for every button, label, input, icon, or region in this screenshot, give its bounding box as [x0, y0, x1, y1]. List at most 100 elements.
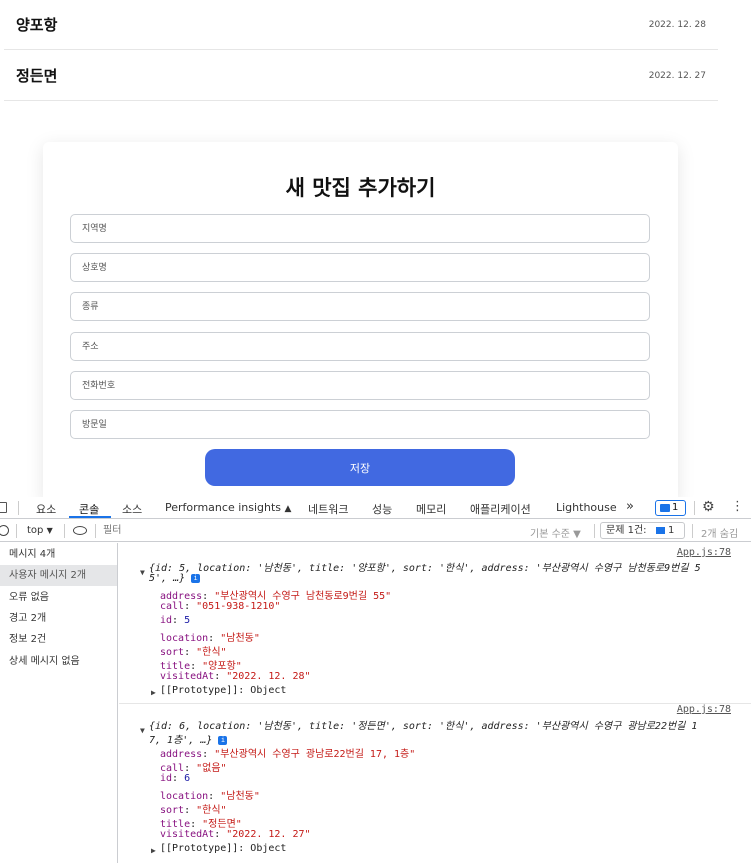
- prop-key: id: [160, 773, 173, 784]
- visit-date-field[interactable]: [70, 410, 650, 439]
- hidden-count: 2개 숨김: [701, 529, 739, 540]
- kebab-menu-icon[interactable]: ⋮: [731, 499, 744, 514]
- tab-performance[interactable]: 성능: [372, 501, 392, 517]
- eye-icon[interactable]: [73, 526, 87, 535]
- issues-badge[interactable]: 1: [655, 500, 686, 516]
- tab-label: Performance insights: [165, 501, 282, 514]
- console-log-entry: App.js:78 ▼ {id: 5, location: '남천동', tit…: [119, 543, 751, 703]
- prop-row: call: "051-938-1210": [160, 601, 281, 612]
- sidebar-item-warnings[interactable]: 경고 2개: [0, 608, 117, 629]
- chevron-down-icon: ▼: [46, 526, 53, 535]
- prop-key: id: [160, 615, 173, 626]
- source-link[interactable]: App.js:78: [677, 704, 731, 715]
- form-title: 새 맛집 추가하기: [285, 176, 436, 200]
- divider: [18, 501, 19, 515]
- prop-row: visitedAt: "2022. 12. 28": [160, 671, 311, 682]
- active-tab-indicator: [69, 516, 111, 518]
- prop-row: id: 6: [160, 773, 191, 784]
- divider: [95, 524, 96, 538]
- restaurant-name: 양포항: [16, 16, 58, 34]
- address-field[interactable]: [70, 332, 650, 361]
- prop-key: visitedAt: [160, 671, 215, 682]
- prop-row: sort: "한식": [160, 647, 227, 658]
- context-selector[interactable]: top ▼: [27, 525, 53, 536]
- sidebar-item-errors[interactable]: 오류 없음: [0, 587, 117, 608]
- gear-icon[interactable]: ⚙: [702, 499, 715, 515]
- prototype-row[interactable]: [[Prototype]]: Object: [160, 685, 286, 696]
- prop-value: 6: [184, 773, 191, 784]
- console-sidebar: 메시지 4개 사용자 메시지 2개 오류 없음 경고 2개 정보 2건 상세 메…: [0, 543, 118, 863]
- prop-row: title: "양포항": [160, 661, 242, 672]
- divider: [64, 524, 65, 538]
- expand-triangle-icon[interactable]: ▼: [140, 568, 145, 577]
- log-summary-cont: 5', …} i: [149, 573, 201, 584]
- issues-count: 1: [668, 525, 675, 536]
- list-item[interactable]: 양포항 2022. 12. 28: [4, 0, 718, 50]
- divider: [694, 501, 695, 515]
- divider: [692, 524, 693, 538]
- sidebar-item-messages[interactable]: 메시지 4개: [0, 544, 117, 565]
- levels-dropdown[interactable]: 기본 수준 ▼: [530, 525, 581, 540]
- visit-date: 2022. 12. 28: [648, 20, 706, 30]
- expand-triangle-icon[interactable]: ▶: [151, 846, 156, 855]
- tab-application[interactable]: 애플리케이션: [470, 501, 531, 517]
- issues-button[interactable]: 문제 1건: 1: [600, 522, 685, 539]
- restaurant-name: 정든면: [16, 67, 58, 85]
- prop-key: call: [160, 601, 185, 612]
- phone-field[interactable]: [70, 371, 650, 400]
- info-icon: i: [191, 573, 201, 583]
- prop-value: 5: [184, 615, 191, 626]
- flask-icon: ▲: [284, 504, 292, 514]
- sidebar-item-verbose[interactable]: 상세 메시지 없음: [0, 651, 117, 672]
- tab-elements[interactable]: 요소: [36, 501, 56, 517]
- inspect-icon[interactable]: [0, 502, 7, 513]
- tab-performance-insights[interactable]: Performance insights ▲: [165, 501, 291, 514]
- prop-value: "2022. 12. 27": [226, 829, 311, 840]
- sidebar-item-user-messages[interactable]: 사용자 메시지 2개: [0, 565, 117, 586]
- category-field[interactable]: [70, 292, 650, 321]
- region-field[interactable]: [70, 214, 650, 243]
- prop-value: "부산광역시 수영구 광남로22번길 17, 1층": [214, 749, 416, 760]
- add-restaurant-form: 새 맛집 추가하기 저장: [43, 142, 678, 502]
- prop-row: location: "남천동": [160, 791, 260, 802]
- expand-triangle-icon[interactable]: ▼: [140, 726, 145, 735]
- divider: [16, 524, 17, 538]
- console-output: App.js:78 ▼ {id: 5, location: '남천동', tit…: [119, 543, 751, 863]
- tab-sources[interactable]: 소스: [122, 501, 142, 517]
- list-item[interactable]: 정든면 2022. 12. 27: [4, 50, 718, 101]
- context-label: top: [27, 525, 44, 536]
- clear-console-icon[interactable]: [0, 525, 9, 536]
- divider: [594, 524, 595, 538]
- source-link[interactable]: App.js:78: [677, 547, 731, 558]
- prop-row: call: "없음": [160, 763, 227, 774]
- badge-count: 1: [672, 502, 679, 513]
- save-button[interactable]: 저장: [205, 449, 515, 486]
- prop-value: "051-938-1210": [196, 601, 281, 612]
- prop-row: address: "부산광역시 수영구 광남로22번길 17, 1층": [160, 749, 416, 760]
- prop-value: "2022. 12. 28": [226, 671, 311, 682]
- tab-console[interactable]: 콘솔: [79, 501, 99, 517]
- filter-input[interactable]: [103, 523, 521, 538]
- prop-row: id: 5: [160, 615, 191, 626]
- log-summary-text: 5', …}: [149, 573, 186, 584]
- tab-memory[interactable]: 메모리: [416, 501, 446, 517]
- store-name-field[interactable]: [70, 253, 650, 282]
- message-icon: [656, 527, 665, 534]
- prototype-row[interactable]: [[Prototype]]: Object: [160, 843, 286, 854]
- devtools-tabbar: 요소 콘솔 소스 Performance insights ▲ 네트워크 성능 …: [0, 497, 751, 519]
- tab-network[interactable]: 네트워크: [308, 501, 348, 517]
- log-summary: {id: 5, location: '남천동', title: '양포항', s…: [149, 563, 701, 574]
- app-page: 양포항 2022. 12. 28 정든면 2022. 12. 27 새 맛집 추…: [0, 0, 751, 502]
- expand-triangle-icon[interactable]: ▶: [151, 688, 156, 697]
- sidebar-item-info[interactable]: 정보 2건: [0, 629, 117, 650]
- info-icon: i: [218, 735, 228, 745]
- more-tabs-icon[interactable]: »: [626, 499, 634, 514]
- prop-row: address: "부산광역시 수영구 남천동로9번길 55": [160, 591, 392, 602]
- message-icon: [660, 504, 670, 512]
- log-summary-cont: 7, 1층', …} i: [149, 731, 228, 746]
- console-log-entry: App.js:78 ▼ {id: 6, location: '남천동', tit…: [119, 704, 751, 863]
- prop-row: sort: "한식": [160, 805, 227, 816]
- issues-label: 문제 1건:: [606, 525, 647, 536]
- prop-row: visitedAt: "2022. 12. 27": [160, 829, 311, 840]
- tab-lighthouse[interactable]: Lighthouse: [556, 501, 617, 514]
